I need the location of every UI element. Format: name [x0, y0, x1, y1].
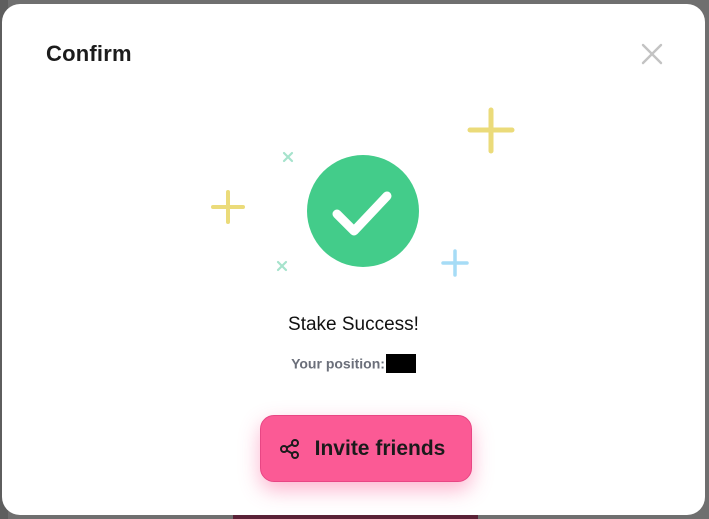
- success-illustration: [211, 107, 515, 277]
- check-circle-icon: [307, 155, 419, 267]
- confirm-dialog: Confirm Stake Success! Your position: In…: [2, 4, 705, 515]
- invite-friends-label: Invite friends: [314, 436, 446, 460]
- status-message: Stake Success!: [288, 314, 419, 335]
- plus-icon: [467, 107, 515, 154]
- cross-icon: [282, 151, 294, 163]
- share-icon: [279, 438, 299, 459]
- position-value-redacted: [385, 354, 416, 373]
- cross-icon: [276, 260, 288, 272]
- plus-icon: [441, 249, 469, 277]
- position-row: Your position:: [2, 354, 705, 373]
- position-label: Your position:: [291, 355, 385, 372]
- invite-friends-button[interactable]: Invite friends: [260, 415, 472, 482]
- plus-icon: [211, 190, 245, 224]
